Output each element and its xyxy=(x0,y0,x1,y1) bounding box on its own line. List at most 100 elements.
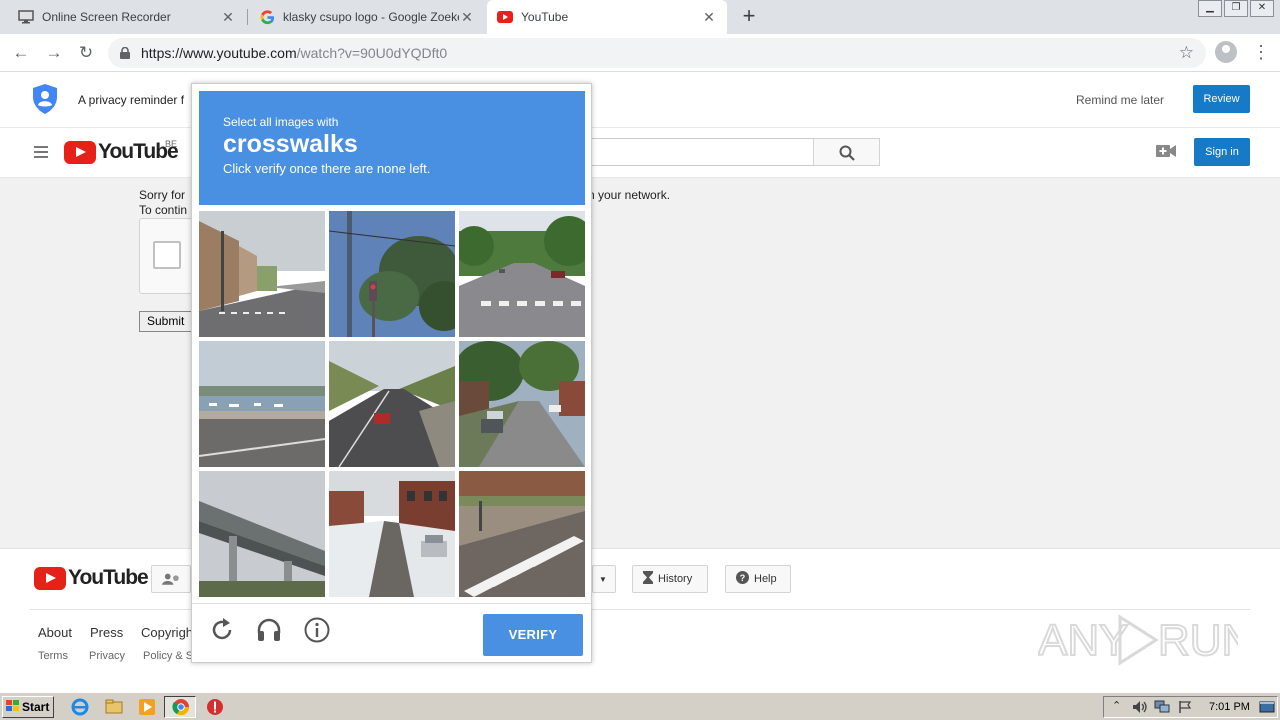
footer-link-about[interactable]: About xyxy=(38,625,72,640)
tab-title: klasky csupo logo - Google Zoeken xyxy=(283,10,459,24)
windows-taskbar: Start ⌃ 7:01 PM xyxy=(0,692,1280,720)
dropdown-button[interactable]: ▼ xyxy=(592,565,616,593)
browser-toolbar: ← → ↻ https://www.youtube.com/watch?v=90… xyxy=(0,34,1280,72)
youtube-logo[interactable]: YouTube xyxy=(64,140,179,164)
search-input[interactable] xyxy=(590,138,814,166)
youtube-favicon-icon xyxy=(497,9,513,25)
minimize-icon[interactable]: ▁ xyxy=(1198,0,1222,17)
instruction-line-1: Select all images with xyxy=(223,115,339,129)
footer-link-privacy[interactable]: Privacy xyxy=(89,650,125,662)
close-tab-icon[interactable]: ✕ xyxy=(220,9,236,26)
dropdown-arrow-icon: ▼ xyxy=(599,574,607,584)
sorry-line-1: Sorry for xyxy=(139,188,186,202)
taskbar-chrome-active[interactable] xyxy=(164,696,196,718)
tray-expand-icon[interactable]: ⌃ xyxy=(1112,699,1121,712)
profile-avatar-icon[interactable] xyxy=(1215,41,1237,63)
audio-challenge-icon[interactable] xyxy=(255,616,283,644)
sorry-line-2: To contin xyxy=(139,203,188,217)
captcha-tile-3[interactable] xyxy=(459,211,585,337)
privacy-message: A privacy reminder f xyxy=(78,93,185,107)
search-button[interactable] xyxy=(813,138,880,166)
clock: 7:01 PM xyxy=(1209,701,1250,713)
google-favicon-icon xyxy=(259,9,275,25)
close-tab-icon[interactable]: ✕ xyxy=(459,9,475,26)
recaptcha-challenge-popup: Select all images with crosswalks Click … xyxy=(191,83,592,663)
submit-button[interactable]: Submit xyxy=(139,311,199,332)
close-window-icon[interactable]: ✕ xyxy=(1250,0,1274,17)
browser-menu-icon[interactable]: ⋮ xyxy=(1252,42,1270,62)
youtube-logo-text: YouTube xyxy=(68,566,149,589)
back-arrow-icon[interactable]: ← xyxy=(10,42,32,64)
network-icon[interactable] xyxy=(1154,700,1170,717)
watermark-text-any: ANY xyxy=(1038,616,1128,665)
media-player-icon[interactable] xyxy=(138,698,156,716)
captcha-tile-1[interactable] xyxy=(199,211,325,337)
internet-explorer-icon[interactable] xyxy=(71,698,89,716)
anyrun-watermark: ANY RUN xyxy=(1037,609,1254,674)
captcha-tile-6[interactable] xyxy=(459,341,585,467)
volume-icon[interactable] xyxy=(1132,700,1148,717)
reload-challenge-icon[interactable] xyxy=(208,616,236,644)
recaptcha-instructions: Select all images with crosswalks Click … xyxy=(199,91,585,205)
show-desktop-icon[interactable] xyxy=(1259,700,1275,717)
stop-app-icon[interactable] xyxy=(206,698,224,716)
system-tray: ⌃ 7:01 PM xyxy=(1103,696,1278,718)
footer-link-press[interactable]: Press xyxy=(90,625,123,640)
info-icon[interactable] xyxy=(303,616,331,644)
footer-link-policy[interactable]: Policy & S xyxy=(143,650,193,662)
close-tab-icon[interactable]: ✕ xyxy=(701,9,717,26)
tab-title: YouTube xyxy=(521,10,569,24)
url-path: /watch?v=90U0dYQDft0 xyxy=(296,45,448,61)
chrome-icon xyxy=(172,698,190,716)
instruction-line-3: Click verify once there are none left. xyxy=(223,161,431,176)
tab-online-screen-recorder[interactable]: Online Screen Recorder ✕ xyxy=(8,0,246,34)
footer-link-copyright[interactable]: Copyrigh xyxy=(141,625,193,640)
address-bar[interactable]: https://www.youtube.com/watch?v=90U0dYQD… xyxy=(108,38,1206,68)
help-button[interactable]: ? Help xyxy=(725,565,791,593)
tab-youtube[interactable]: YouTube ✕ xyxy=(487,0,727,34)
upload-video-icon[interactable] xyxy=(1156,144,1176,161)
verify-button[interactable]: VERIFY xyxy=(483,614,583,656)
windows-logo-icon xyxy=(6,699,20,715)
youtube-play-icon xyxy=(64,140,96,164)
history-button[interactable]: History xyxy=(632,565,708,593)
captcha-tile-7[interactable] xyxy=(199,471,325,597)
shield-icon xyxy=(32,83,58,118)
help-icon: ? xyxy=(736,571,749,587)
captcha-tile-2[interactable] xyxy=(329,211,455,337)
sign-in-button[interactable]: Sign in xyxy=(1194,138,1250,166)
search-icon xyxy=(839,145,855,161)
captcha-tile-8[interactable] xyxy=(329,471,455,597)
action-center-flag-icon[interactable] xyxy=(1178,700,1192,717)
captcha-tile-9[interactable] xyxy=(459,471,585,597)
watermark-text-run: RUN xyxy=(1158,616,1238,665)
youtube-play-icon xyxy=(34,566,66,590)
restore-icon[interactable]: ❐ xyxy=(1224,0,1248,17)
svg-text:?: ? xyxy=(740,573,746,583)
restricted-mode-button[interactable] xyxy=(151,565,191,593)
tab-google-search[interactable]: klasky csupo logo - Google Zoeken ✕ xyxy=(249,0,485,34)
help-label: Help xyxy=(754,573,777,585)
recaptcha-checkbox[interactable] xyxy=(153,241,181,269)
guide-menu-icon[interactable] xyxy=(34,146,48,161)
tab-separator xyxy=(247,9,248,25)
remind-later-link[interactable]: Remind me later xyxy=(1076,93,1164,107)
captcha-tile-4[interactable] xyxy=(199,341,325,467)
footer-link-terms[interactable]: Terms xyxy=(38,650,68,662)
recaptcha-footer: VERIFY xyxy=(192,603,591,662)
file-explorer-icon[interactable] xyxy=(105,698,123,716)
start-label: Start xyxy=(22,700,50,714)
screen-recorder-favicon-icon xyxy=(18,9,34,25)
new-tab-icon[interactable]: + xyxy=(738,5,760,27)
forward-arrow-icon[interactable]: → xyxy=(43,42,65,64)
region-code: BE xyxy=(165,139,178,149)
start-button[interactable]: Start xyxy=(2,696,54,718)
bookmark-star-icon[interactable]: ☆ xyxy=(1179,43,1194,63)
review-button[interactable]: Review xyxy=(1193,85,1250,113)
footer-youtube-logo[interactable]: YouTube xyxy=(34,566,149,590)
instruction-keyword: crosswalks xyxy=(223,130,358,158)
captcha-tile-5[interactable] xyxy=(329,341,455,467)
url-host: https://www.youtube.com xyxy=(141,45,297,61)
hourglass-icon xyxy=(643,571,653,587)
reload-icon[interactable]: ↻ xyxy=(75,42,97,64)
